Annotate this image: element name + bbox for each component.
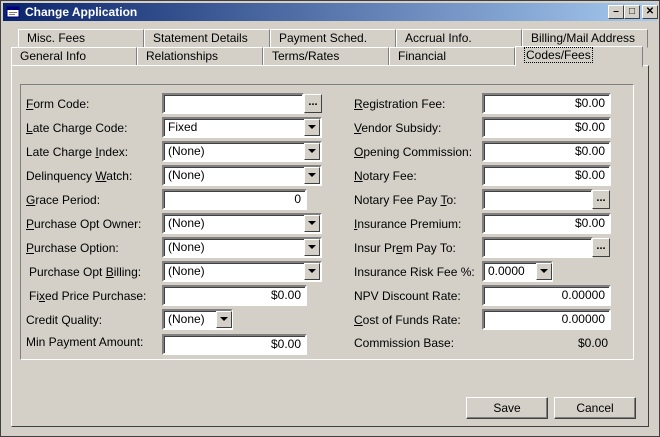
chevron-down-icon[interactable] [536, 263, 552, 280]
window-title: Change Application [25, 5, 138, 19]
maximize-icon: □ [628, 6, 636, 17]
delinquency-watch-label: Delinquency Watch: [26, 169, 133, 183]
cancel-button[interactable]: Cancel [554, 397, 636, 419]
chevron-down-icon[interactable] [216, 311, 232, 328]
vendor-subsidy-label: Vendor Subsidy: [354, 121, 442, 135]
close-button[interactable]: ✕ [642, 5, 658, 19]
purchase-option-label: Purchase Option: [26, 241, 119, 255]
npv-discount-rate-label: NPV Discount Rate: [354, 289, 461, 303]
delinquency-watch-select[interactable]: (None) [162, 165, 322, 186]
purchase-opt-owner-select[interactable]: (None) [162, 213, 322, 234]
min-payment-amount-label: Min Payment Amount: [26, 335, 144, 349]
late-charge-index-select[interactable]: (None) [162, 141, 322, 162]
ellipsis-icon: ... [308, 96, 318, 108]
late-charge-code-select[interactable]: Fixed [162, 117, 322, 138]
chevron-down-icon[interactable] [304, 263, 320, 280]
save-button[interactable]: Save [466, 397, 548, 419]
vendor-subsidy-input[interactable]: $0.00 [482, 117, 611, 138]
insurance-risk-fee-label: Insurance Risk Fee %: [354, 265, 475, 279]
credit-quality-label: Credit Quality: [26, 313, 103, 327]
npv-discount-rate-input[interactable]: 0.00000 [482, 285, 611, 306]
tab-financial[interactable]: Financial [389, 47, 515, 66]
application-icon [6, 6, 20, 18]
fixed-price-purchase-input[interactable]: $0.00 [162, 285, 307, 306]
insurance-premium-input[interactable]: $0.00 [482, 213, 611, 234]
cost-of-funds-rate-input[interactable]: 0.00000 [482, 309, 611, 330]
tab-statement-details[interactable]: Statement Details [144, 29, 270, 48]
registration-fee-label: Registration Fee: [354, 97, 446, 111]
change-application-window: Change Application – □ ✕ Misc. Fees Stat… [0, 0, 660, 437]
form-code-input[interactable] [162, 93, 304, 114]
opening-commission-label: Opening Commission: [354, 145, 473, 159]
form-code-label: Form Code: [26, 97, 90, 111]
tab-terms-rates[interactable]: Terms/Rates [263, 47, 389, 66]
registration-fee-input[interactable]: $0.00 [482, 93, 611, 114]
notary-fee-label: Notary Fee: [354, 169, 417, 183]
chevron-down-icon[interactable] [304, 143, 320, 160]
commission-base-label: Commission Base: [354, 336, 455, 350]
insurance-premium-label: Insurance Premium: [354, 217, 462, 231]
insur-prem-pay-to-input[interactable] [482, 237, 593, 258]
chevron-down-icon[interactable] [304, 239, 320, 256]
tab-misc-fees[interactable]: Misc. Fees [18, 29, 144, 48]
tab-codes-fees[interactable]: Codes/Fees [515, 46, 643, 67]
ellipsis-icon: ... [596, 240, 606, 252]
grace-period-input[interactable]: 0 [162, 189, 307, 210]
chevron-down-icon[interactable] [304, 215, 320, 232]
ellipsis-icon: ... [596, 192, 606, 204]
late-charge-index-label: Late Charge Index: [26, 145, 129, 159]
notary-fee-pay-to-browse-button[interactable]: ... [592, 190, 610, 209]
tab-accrual-info[interactable]: Accrual Info. [396, 29, 522, 48]
minimize-button[interactable]: – [608, 5, 624, 19]
opening-commission-input[interactable]: $0.00 [482, 141, 611, 162]
purchase-opt-billing-label: Purchase Opt Billing: [29, 265, 142, 279]
commission-base-value: $0.00 [577, 336, 608, 350]
late-charge-code-label: Late Charge Code: [26, 121, 128, 135]
purchase-opt-billing-select[interactable]: (None) [162, 261, 322, 282]
tab-payment-sched[interactable]: Payment Sched. [270, 29, 396, 48]
minimize-icon: – [613, 6, 619, 17]
chevron-down-icon[interactable] [304, 167, 320, 184]
tab-relationships[interactable]: Relationships [137, 47, 263, 66]
grace-period-label: Grace Period: [26, 193, 101, 207]
chevron-down-icon[interactable] [304, 119, 320, 136]
maximize-button[interactable]: □ [624, 5, 640, 19]
cost-of-funds-rate-label: Cost of Funds Rate: [354, 313, 461, 327]
close-icon: ✕ [645, 6, 655, 17]
insur-prem-pay-to-browse-button[interactable]: ... [592, 238, 610, 257]
insur-prem-pay-to-label: Insur Prem Pay To: [354, 241, 456, 255]
purchase-opt-owner-label: Purchase Opt Owner: [26, 217, 142, 231]
notary-fee-pay-to-label: Notary Fee Pay To: [354, 193, 457, 207]
min-payment-amount-input[interactable]: $0.00 [162, 334, 307, 355]
notary-fee-input[interactable]: $0.00 [482, 165, 611, 186]
purchase-option-select[interactable]: (None) [162, 237, 322, 258]
fixed-price-purchase-label: Fixed Price Purchase: [29, 289, 147, 303]
title-bar[interactable]: Change Application – □ ✕ [3, 3, 658, 21]
form-code-browse-button[interactable]: ... [304, 94, 322, 113]
tab-general-info[interactable]: General Info [11, 47, 137, 66]
notary-fee-pay-to-input[interactable] [482, 189, 593, 210]
